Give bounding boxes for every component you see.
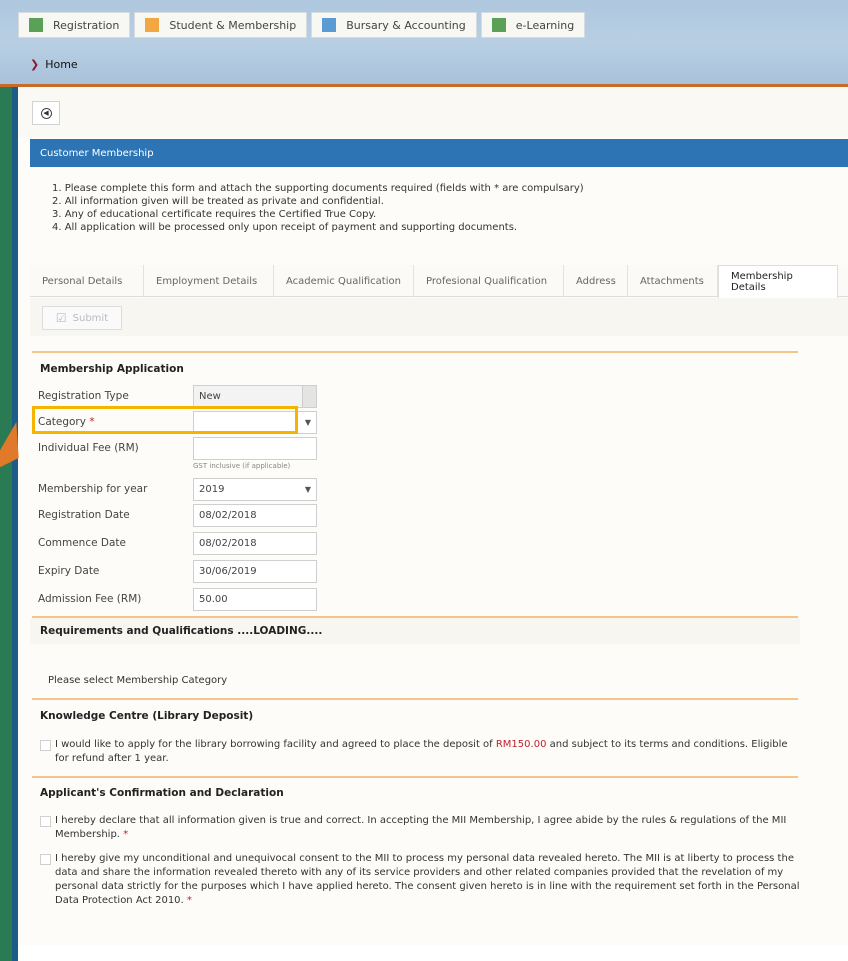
app-tab-label: Registration bbox=[53, 18, 120, 32]
label-registration-date: Registration Date bbox=[38, 509, 130, 521]
row-commence-date: Commence Date 08/02/2018 bbox=[38, 531, 338, 555]
row-membership-year: Membership for year 2019 ▼ bbox=[38, 477, 338, 501]
library-deposit-text: I would like to apply for the library bo… bbox=[55, 738, 800, 766]
library-deposit-checkbox[interactable] bbox=[40, 740, 51, 751]
label-membership-year: Membership for year bbox=[38, 483, 148, 495]
label-registration-type: Registration Type bbox=[38, 390, 129, 402]
student-membership-icon bbox=[145, 18, 160, 32]
instruction-line: 2. All information given will be treated… bbox=[52, 196, 384, 207]
row-registration-date: Registration Date 08/02/2018 bbox=[38, 503, 338, 527]
declaration-item-1: I hereby declare that all information gi… bbox=[55, 815, 787, 840]
tab-attachments[interactable]: Attachments bbox=[628, 265, 718, 297]
tab-membership-details[interactable]: Membership Details bbox=[718, 265, 838, 298]
instructions: 1. Please complete this form and attach … bbox=[52, 182, 584, 234]
membership-year-select[interactable]: 2019 ▼ bbox=[193, 477, 317, 501]
panel-title: Customer Membership bbox=[30, 139, 848, 167]
deposit-amount: RM150.00 bbox=[495, 739, 547, 750]
row-individual-fee: Individual Fee (RM) bbox=[38, 436, 338, 460]
app-tab-label: e-Learning bbox=[515, 18, 575, 32]
breadcrumb: ❯ Home bbox=[0, 50, 848, 78]
commence-date-field[interactable]: 08/02/2018 bbox=[193, 531, 317, 555]
app-tabs: Registration Student & Membership Bursar… bbox=[18, 12, 586, 38]
divider bbox=[32, 776, 798, 778]
bottom-band bbox=[18, 945, 848, 961]
registration-type-value: New bbox=[199, 390, 221, 402]
back-button[interactable]: ◀ bbox=[32, 101, 60, 125]
submit-button[interactable]: ☑ Submit bbox=[42, 306, 122, 330]
back-arrow-icon: ◀ bbox=[40, 107, 52, 119]
tab-academic-qualification[interactable]: Academic Qualification bbox=[274, 265, 414, 297]
instruction-line: 4. All application will be processed onl… bbox=[52, 222, 518, 233]
elearning-icon bbox=[491, 18, 506, 32]
admission-fee-field[interactable]: 50.00 bbox=[193, 587, 317, 611]
requirements-message: Please select Membership Category bbox=[48, 675, 228, 686]
instruction-line: 3. Any of educational certificate requir… bbox=[52, 209, 377, 220]
divider bbox=[32, 351, 798, 353]
main-panel: ◀ Customer Membership 1. Please complete… bbox=[18, 87, 848, 961]
required-marker: * bbox=[123, 829, 129, 840]
toolbar: ☑ Submit bbox=[30, 298, 848, 336]
checkbox-icon: ☑ bbox=[55, 311, 67, 325]
row-expiry-date: Expiry Date 30/06/2019 bbox=[38, 559, 338, 583]
declaration-checkbox-1[interactable] bbox=[40, 816, 51, 827]
tab-profesional-qualification[interactable]: Profesional Qualification bbox=[414, 265, 564, 297]
registration-date-field[interactable]: 08/02/2018 bbox=[193, 503, 317, 527]
registration-type-select[interactable]: New bbox=[193, 384, 317, 408]
section-title-membership: Membership Application bbox=[40, 363, 184, 375]
divider bbox=[32, 698, 798, 700]
declaration-item-2: I hereby give my unconditional and unequ… bbox=[55, 853, 800, 906]
library-text-before: I would like to apply for the library bo… bbox=[55, 739, 496, 750]
app-tab-elearning[interactable]: e-Learning bbox=[480, 12, 586, 38]
app-tab-bursary-accounting[interactable]: Bursary & Accounting bbox=[311, 12, 477, 38]
dropdown-box bbox=[302, 385, 316, 407]
expiry-date-value: 30/06/2019 bbox=[199, 565, 257, 577]
chevron-right-icon: ❯ bbox=[30, 57, 40, 71]
back-area: ◀ bbox=[18, 87, 848, 137]
row-admission-fee: Admission Fee (RM) 50.00 bbox=[38, 587, 338, 611]
tab-employment-details[interactable]: Employment Details bbox=[144, 265, 274, 297]
app-tab-label: Bursary & Accounting bbox=[346, 18, 466, 32]
required-marker: * bbox=[186, 895, 192, 906]
label-commence-date: Commence Date bbox=[38, 537, 126, 549]
submit-label: Submit bbox=[72, 312, 109, 324]
tab-address[interactable]: Address bbox=[564, 265, 628, 297]
commence-date-value: 08/02/2018 bbox=[199, 537, 257, 549]
tab-personal-details[interactable]: Personal Details bbox=[30, 265, 144, 297]
chevron-down-icon: ▼ bbox=[304, 417, 311, 427]
individual-fee-field[interactable] bbox=[193, 436, 317, 460]
chevron-down-icon: ▼ bbox=[304, 484, 311, 494]
requirements-title: Requirements and Qualifications ....LOAD… bbox=[30, 618, 800, 644]
gst-hint: GST inclusive (if applicable) bbox=[193, 462, 291, 470]
section-title-declaration: Applicant's Confirmation and Declaration bbox=[40, 787, 284, 799]
form-tabs: Personal Details Employment Details Acad… bbox=[30, 265, 848, 298]
admission-fee-value: 50.00 bbox=[199, 593, 228, 605]
breadcrumb-home[interactable]: Home bbox=[45, 58, 77, 71]
expiry-date-field[interactable]: 30/06/2019 bbox=[193, 559, 317, 583]
declaration-text-2: I hereby give my unconditional and unequ… bbox=[55, 852, 800, 908]
app-tab-registration[interactable]: Registration bbox=[18, 12, 131, 38]
declaration-checkbox-2[interactable] bbox=[40, 854, 51, 865]
label-expiry-date: Expiry Date bbox=[38, 565, 100, 577]
membership-year-value: 2019 bbox=[199, 483, 225, 495]
declaration-text-1: I hereby declare that all information gi… bbox=[55, 814, 800, 842]
app-tab-student-membership[interactable]: Student & Membership bbox=[134, 12, 308, 38]
category-highlight bbox=[32, 406, 298, 434]
library-deposit-row: I would like to apply for the library bo… bbox=[40, 738, 800, 766]
label-admission-fee: Admission Fee (RM) bbox=[38, 593, 142, 605]
row-registration-type: Registration Type New bbox=[38, 384, 338, 408]
instruction-line: 1. Please complete this form and attach … bbox=[52, 183, 584, 194]
bursary-accounting-icon bbox=[322, 18, 337, 32]
registration-date-value: 08/02/2018 bbox=[199, 509, 257, 521]
section-title-knowledge-centre: Knowledge Centre (Library Deposit) bbox=[40, 710, 254, 722]
declaration-row-1: I hereby declare that all information gi… bbox=[40, 814, 800, 842]
app-tab-label: Student & Membership bbox=[169, 18, 297, 32]
label-individual-fee: Individual Fee (RM) bbox=[38, 442, 139, 454]
registration-icon bbox=[29, 18, 43, 32]
declaration-row-2: I hereby give my unconditional and unequ… bbox=[40, 852, 800, 908]
